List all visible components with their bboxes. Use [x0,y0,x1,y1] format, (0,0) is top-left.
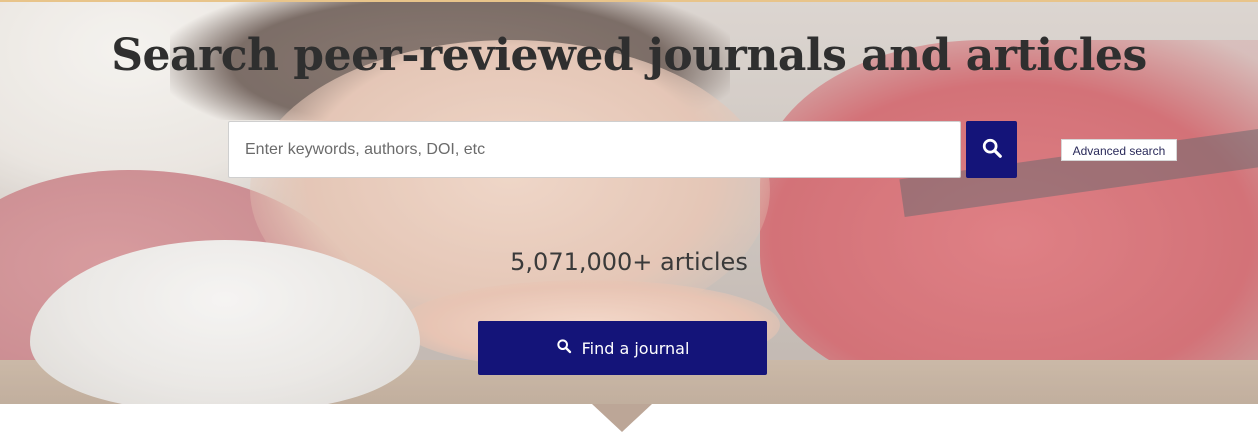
find-journal-button[interactable]: Find a journal [478,321,767,375]
search-icon [556,338,572,358]
search-button[interactable] [966,121,1017,178]
find-journal-label: Find a journal [581,338,690,358]
section-pointer-arrow [592,404,652,432]
article-count: 5,071,000+ articles [510,248,748,276]
search-icon [981,137,1003,162]
accent-top-line [0,0,1258,2]
page-title: Search peer-reviewed journals and articl… [111,30,1147,81]
search-input[interactable] [228,121,961,178]
advanced-search-button[interactable]: Advanced search [1061,139,1177,161]
hero-banner: Search peer-reviewed journals and articl… [0,0,1258,404]
